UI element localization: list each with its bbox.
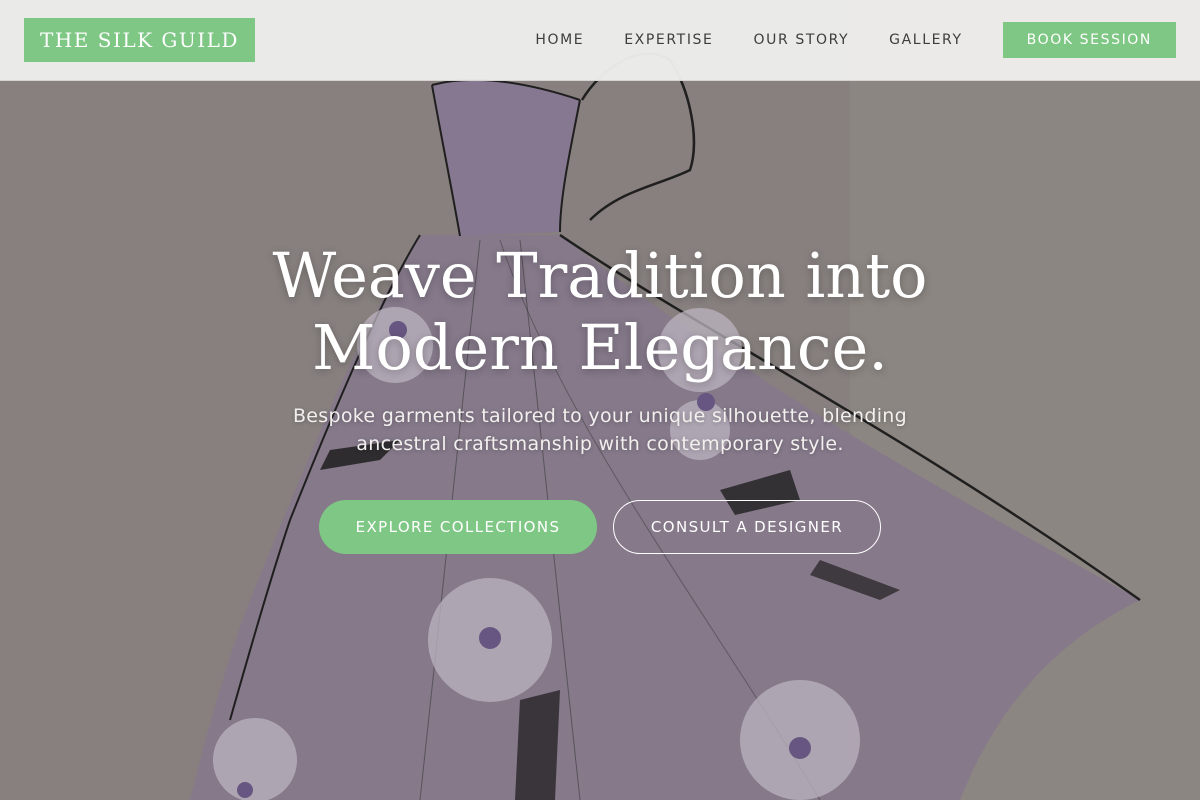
brand-logo[interactable]: THE SILK GUILD: [24, 18, 255, 62]
hero-title: Weave Tradition into Modern Elegance.: [0, 240, 1200, 384]
hero-subtitle: Bespoke garments tailored to your unique…: [240, 402, 960, 458]
nav-link-gallery[interactable]: GALLERY: [889, 32, 962, 48]
explore-collections-button[interactable]: EXPLORE COLLECTIONS: [319, 500, 597, 554]
hero-section: Weave Tradition into Modern Elegance. Be…: [0, 240, 1200, 554]
hero-title-line: Modern Elegance.: [312, 311, 888, 384]
hero-subtitle-line: ancestral craftsmanship with contemporar…: [356, 433, 844, 455]
book-session-button[interactable]: BOOK SESSION: [1002, 22, 1176, 58]
site-header: THE SILK GUILD HOME EXPERTISE OUR STORY …: [0, 0, 1200, 81]
main-nav: HOME EXPERTISE OUR STORY GALLERY BOOK SE…: [535, 22, 1176, 58]
hero-cta-row: EXPLORE COLLECTIONS CONSULT A DESIGNER: [0, 500, 1200, 554]
hero-subtitle-line: Bespoke garments tailored to your unique…: [292, 405, 908, 427]
nav-link-home[interactable]: HOME: [535, 32, 584, 48]
hero-title-line: Weave Tradition into: [272, 239, 928, 312]
consult-designer-button[interactable]: CONSULT A DESIGNER: [613, 500, 881, 554]
nav-link-expertise[interactable]: EXPERTISE: [624, 32, 713, 48]
nav-link-our-story[interactable]: OUR STORY: [753, 32, 849, 48]
